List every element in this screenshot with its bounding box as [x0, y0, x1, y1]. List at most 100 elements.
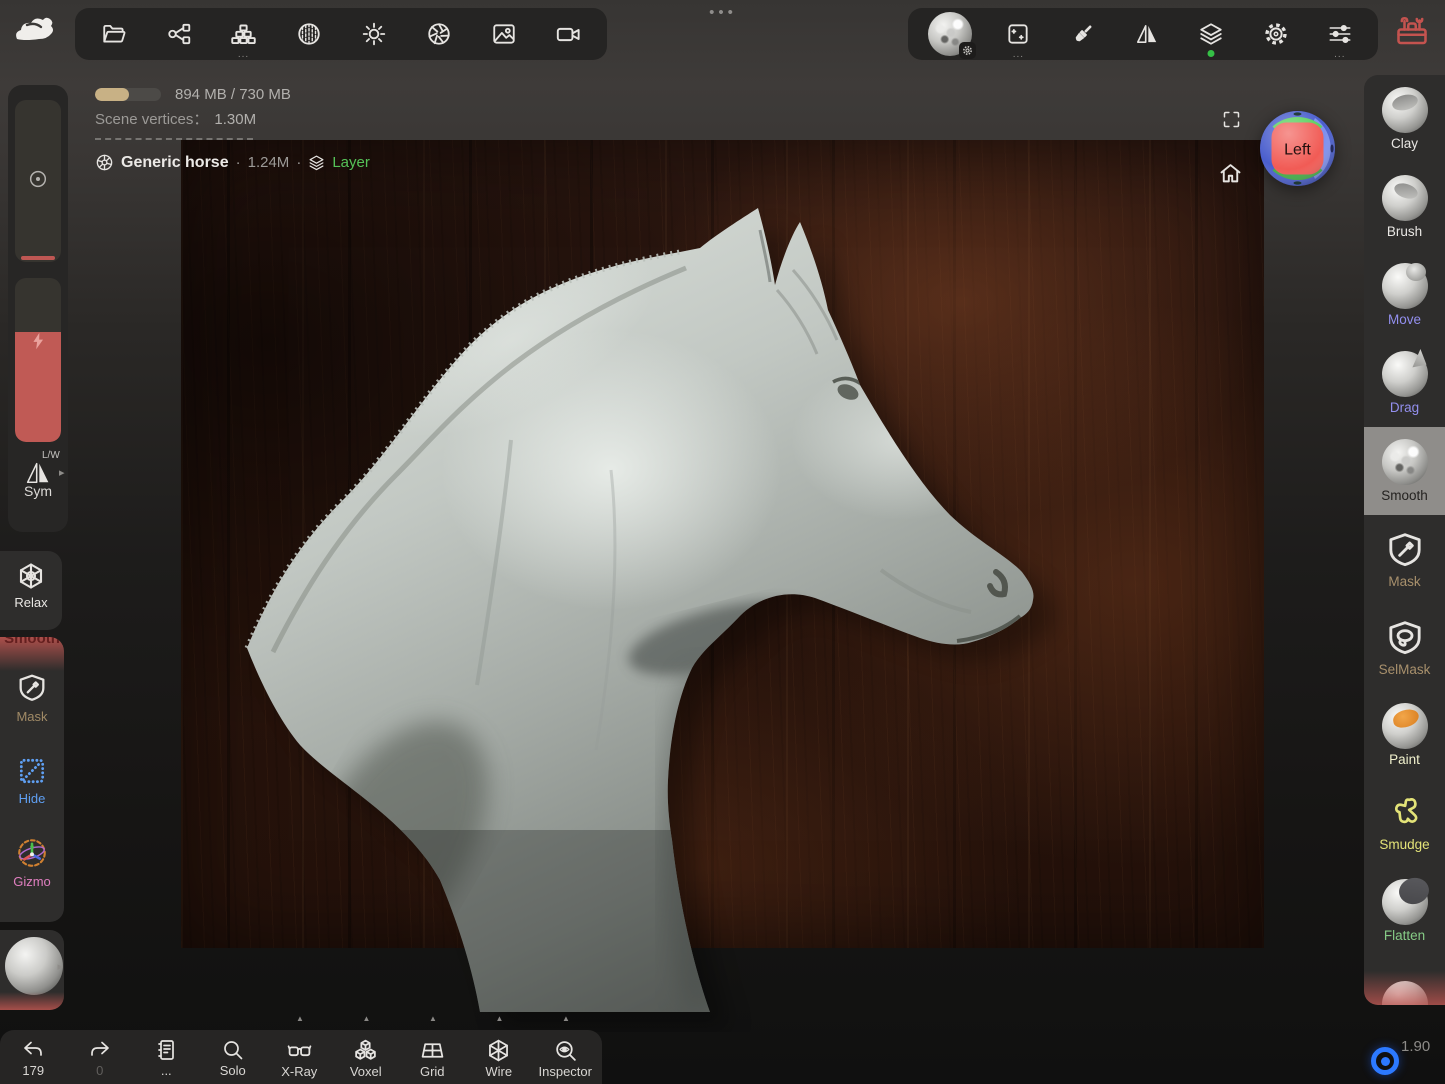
tool-flatten[interactable]: Flatten: [1364, 867, 1445, 955]
tool-selmask[interactable]: SelMask: [1364, 603, 1445, 691]
memory-bar: [95, 88, 161, 101]
home-button[interactable]: [1217, 160, 1244, 187]
tool-mask[interactable]: Mask: [1364, 515, 1445, 603]
drag-sphere-icon: [1382, 351, 1428, 397]
brush-preview-button[interactable]: [926, 8, 974, 60]
window-handle[interactable]: •••: [699, 4, 747, 21]
brush-sphere-icon: [1382, 175, 1428, 221]
layers-active-dot: [1208, 50, 1215, 57]
hide-dotted-icon: [16, 755, 48, 787]
symmetry-icon[interactable]: [24, 461, 52, 485]
bottom-toolbar: 179 0 ... Solo ▲ X-Ray ▲ Voxel ▲ Grid: [0, 1030, 602, 1084]
files-button[interactable]: [94, 8, 134, 60]
redo-count: 0: [96, 1063, 103, 1078]
separator-dot: ·: [236, 154, 241, 171]
hide-button[interactable]: Hide: [0, 755, 64, 806]
top-right-toolbar: ... ...: [908, 8, 1378, 60]
symmetry-button[interactable]: [1127, 8, 1167, 60]
separator-dot: ·: [296, 154, 301, 171]
mask-shield-icon: [1385, 529, 1425, 571]
material-preview-panel[interactable]: ▸: [0, 930, 64, 1010]
object-info-row[interactable]: Generic horse · 1.24M · Layer: [95, 153, 370, 172]
brush-settings-gear-icon: [959, 42, 976, 59]
settings-button[interactable]: [1256, 8, 1296, 60]
radius-slider[interactable]: [15, 100, 61, 262]
undo-button[interactable]: 179: [0, 1030, 67, 1084]
memory-bar-fill: [95, 88, 129, 101]
tool-clay[interactable]: Clay: [1364, 75, 1445, 163]
move-sphere-icon: [1382, 263, 1428, 309]
interface-sliders-button[interactable]: ...: [1320, 8, 1360, 60]
gizmo-axes-icon: [15, 836, 49, 870]
tool-brush[interactable]: Brush: [1364, 163, 1445, 251]
gizmo-label: Gizmo: [13, 874, 51, 889]
wire-button[interactable]: ▲ Wire: [466, 1030, 533, 1084]
material-button[interactable]: [289, 8, 329, 60]
undo-count: 179: [22, 1063, 44, 1078]
orientation-gizmo[interactable]: Left: [1258, 109, 1337, 188]
memory-status: 894 MB / 730 MB: [95, 86, 291, 103]
inspector-button[interactable]: ▲ Inspector: [532, 1030, 599, 1084]
relax-web-icon: [16, 561, 46, 591]
postprocess-button[interactable]: [419, 8, 459, 60]
tool-dock: Clay Brush Move Drag Smooth Mask SelMask: [1364, 75, 1445, 1005]
object-vertex-count: 1.24M: [248, 154, 290, 171]
solo-button[interactable]: Solo: [200, 1030, 267, 1084]
xray-button[interactable]: ▲ X-Ray: [266, 1030, 333, 1084]
redo-button[interactable]: 0: [67, 1030, 134, 1084]
gizmo-button[interactable]: Gizmo: [0, 836, 64, 889]
material-expand-arrow[interactable]: ▸: [57, 960, 63, 973]
app-window: ... ••• ...: [0, 0, 1445, 1084]
active-tool-flyout-label: Smooth: [0, 637, 64, 647]
tool-smudge[interactable]: Smudge: [1364, 779, 1445, 867]
top-left-toolbar: ...: [75, 8, 607, 60]
toolbox-button[interactable]: [1394, 13, 1430, 49]
touch-indicator: [1371, 1047, 1399, 1075]
topology-button[interactable]: ...: [224, 8, 264, 60]
camera-button[interactable]: [549, 8, 589, 60]
left-slider-column: L/W ▸ Sym: [8, 85, 68, 532]
smudge-hand-icon: [1385, 794, 1425, 834]
fullscreen-button[interactable]: [1221, 109, 1242, 130]
relax-label: Relax: [14, 595, 47, 610]
mask-shield-icon: [16, 671, 48, 705]
tool-smooth[interactable]: Smooth: [1364, 427, 1445, 515]
sculpt-canvas[interactable]: [181, 140, 1264, 948]
lighting-button[interactable]: [354, 8, 394, 60]
paint-material-button[interactable]: [1063, 8, 1103, 60]
history-button[interactable]: ...: [133, 1030, 200, 1084]
tool-next-partial-icon[interactable]: [1382, 981, 1428, 1005]
background-image-button[interactable]: [484, 8, 524, 60]
mask-label: Mask: [16, 709, 47, 724]
symmetry-label: Sym: [8, 483, 68, 499]
voxel-button[interactable]: ▲ Voxel: [333, 1030, 400, 1084]
app-logo-icon[interactable]: [13, 15, 55, 47]
mask-button[interactable]: Mask: [0, 671, 64, 724]
grid-button[interactable]: ▲ Grid: [399, 1030, 466, 1084]
scene-vertices: Scene vertices：1.30M: [95, 108, 256, 129]
memory-text: 894 MB / 730 MB: [175, 86, 291, 103]
sym-expand-arrow[interactable]: ▸: [59, 466, 65, 479]
topology-more-indicator: ...: [224, 50, 264, 60]
selmask-shield-icon: [1385, 617, 1425, 659]
tool-paint[interactable]: Paint: [1364, 691, 1445, 779]
mesh-icon: [95, 153, 114, 172]
relax-panel[interactable]: Relax: [0, 551, 62, 630]
stroke-settings-button[interactable]: ...: [998, 8, 1038, 60]
gizmo-face-label: Left: [1284, 142, 1311, 159]
scene-vertices-value: 1.30M: [214, 111, 256, 128]
dashed-separator: [95, 138, 253, 140]
symmetry-mode-label: L/W: [42, 450, 60, 461]
clay-sphere-icon: [1382, 87, 1428, 133]
flatten-sphere-icon: [1382, 879, 1428, 925]
stroke-more-indicator: ...: [998, 50, 1038, 60]
material-preview-sphere: [5, 937, 63, 995]
tool-move[interactable]: Move: [1364, 251, 1445, 339]
scene-graph-button[interactable]: [159, 8, 199, 60]
tool-drag[interactable]: Drag: [1364, 339, 1445, 427]
layer-icon: [308, 154, 325, 171]
hide-label: Hide: [19, 791, 46, 806]
layers-button[interactable]: [1191, 8, 1231, 60]
intensity-slider[interactable]: [15, 278, 61, 442]
left-tool-panel: Smooth Mask Hide Gizmo: [0, 637, 64, 922]
